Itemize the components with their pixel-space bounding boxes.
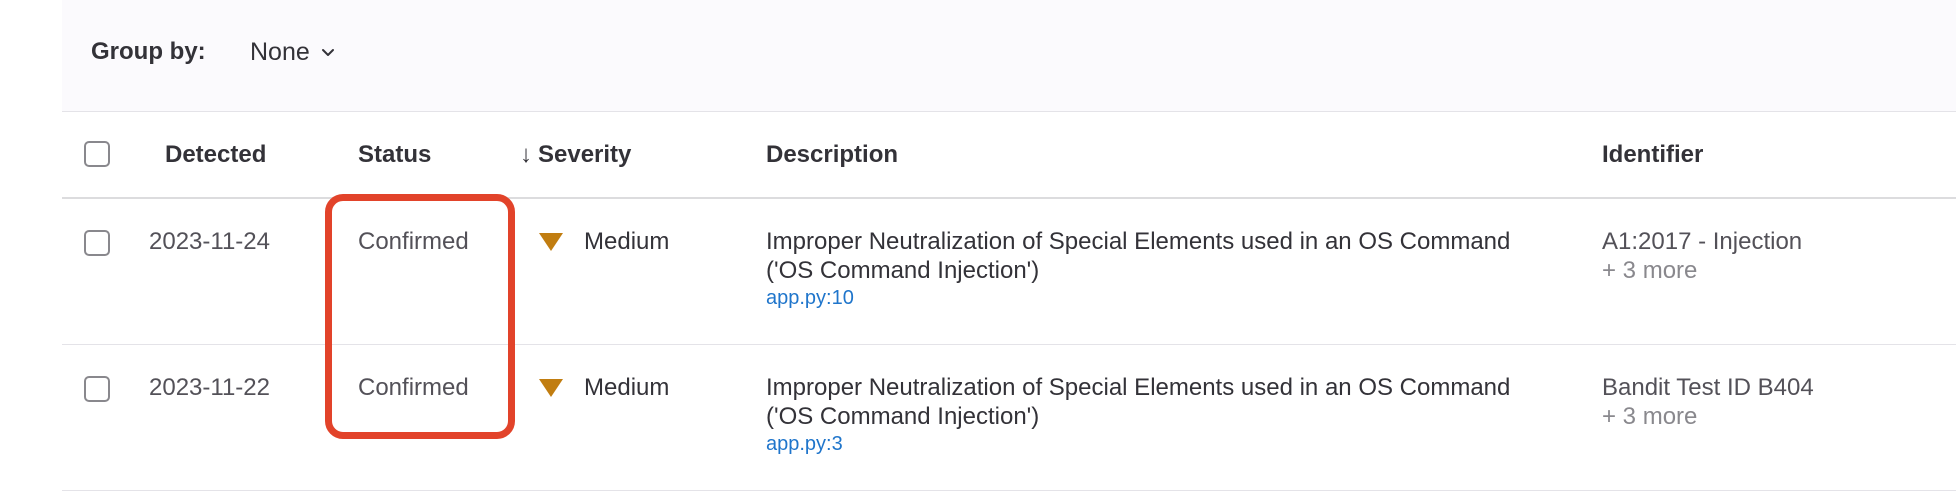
row-checkbox[interactable] — [84, 230, 110, 256]
identifier-text: Bandit Test ID B404 — [1602, 374, 1814, 401]
severity-text: Medium — [584, 374, 670, 401]
select-all-checkbox[interactable] — [84, 141, 110, 167]
column-header-description[interactable]: Description — [766, 141, 898, 169]
table-header: Detected Status ↓ Severity Description Id… — [62, 112, 1956, 199]
column-header-severity[interactable]: ↓ Severity — [520, 141, 631, 169]
column-header-detected[interactable]: Detected — [165, 141, 266, 169]
group-by-label: Group by: — [91, 38, 206, 65]
identifier-cell: A1:2017 - Injection + 3 more — [1602, 227, 1802, 285]
group-by-dropdown[interactable]: None — [240, 32, 346, 72]
identifier-more: + 3 more — [1602, 403, 1698, 430]
file-location-link[interactable]: app.py:3 — [766, 431, 1536, 457]
vulnerability-title[interactable]: Improper Neutralization of Special Eleme… — [766, 227, 1536, 285]
column-header-severity-label: Severity — [538, 141, 632, 168]
status-text: Confirmed — [358, 228, 469, 255]
column-header-identifier[interactable]: Identifier — [1602, 141, 1703, 169]
sort-descending-icon: ↓ — [520, 141, 532, 168]
filter-toolbar: Group by: None — [62, 0, 1956, 112]
column-header-status[interactable]: Status — [358, 141, 431, 169]
identifier-cell: Bandit Test ID B404 + 3 more — [1602, 373, 1814, 431]
detected-date: 2023-11-24 — [149, 228, 270, 255]
group-by-value: None — [250, 37, 310, 66]
triangle-down-icon — [539, 379, 563, 397]
severity-text: Medium — [584, 228, 670, 255]
triangle-down-icon — [539, 233, 563, 251]
detected-date: 2023-11-22 — [149, 374, 270, 401]
vulnerability-table: Detected Status ↓ Severity Description Id… — [62, 112, 1956, 491]
identifier-more: + 3 more — [1602, 257, 1698, 284]
file-location-link[interactable]: app.py:10 — [766, 285, 1536, 311]
status-text: Confirmed — [358, 374, 469, 401]
chevron-down-icon — [320, 44, 336, 60]
description-cell: Improper Neutralization of Special Eleme… — [766, 227, 1536, 311]
table-row[interactable]: 2023-11-24 Confirmed Medium Improper Neu… — [62, 199, 1956, 345]
description-cell: Improper Neutralization of Special Eleme… — [766, 373, 1536, 457]
table-row[interactable]: 2023-11-22 Confirmed Medium Improper Neu… — [62, 345, 1956, 491]
row-checkbox[interactable] — [84, 376, 110, 402]
identifier-text: A1:2017 - Injection — [1602, 228, 1803, 255]
vulnerability-title[interactable]: Improper Neutralization of Special Eleme… — [766, 373, 1536, 431]
